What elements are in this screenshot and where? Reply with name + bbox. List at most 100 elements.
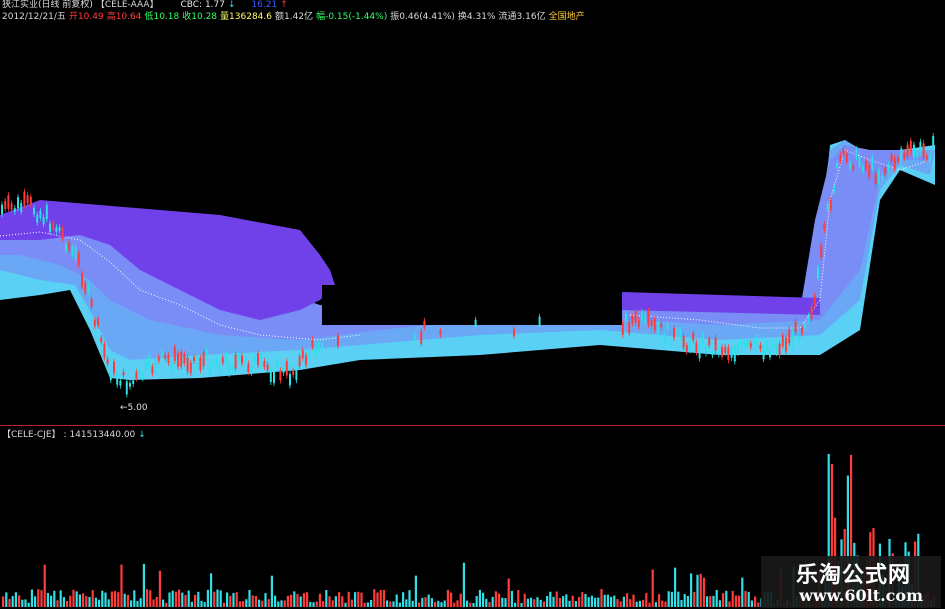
volume-bar (498, 593, 501, 607)
volume-bar (638, 600, 641, 607)
candle-body (689, 338, 691, 351)
amount-label: 额 (275, 12, 285, 22)
candle-body (266, 364, 269, 371)
volume-bar (162, 599, 165, 607)
volume-bar (2, 596, 5, 607)
volume-bar (104, 592, 107, 607)
volume-bar (648, 602, 651, 607)
volume-bar (718, 600, 721, 607)
volume-bar (325, 589, 328, 607)
volume-bar (651, 569, 654, 607)
volume-bar (542, 601, 545, 607)
volume-bar (658, 594, 661, 607)
volume-bar (283, 600, 286, 607)
volume-bar (712, 595, 715, 607)
volume-bar (197, 591, 200, 607)
candle-body (129, 383, 131, 387)
volume-bar (53, 590, 56, 607)
volume-bar (485, 598, 488, 607)
candle-body (877, 169, 880, 185)
candle-body (893, 157, 896, 170)
volume-bar (610, 596, 613, 607)
volume-bar (581, 592, 584, 607)
volume-bar (91, 590, 94, 607)
volume-bar (616, 599, 619, 607)
candle-body (852, 165, 855, 170)
candle-body (861, 166, 864, 172)
amplitude-label: 振 (390, 12, 400, 22)
volume-bar (494, 591, 497, 607)
candle-body (890, 154, 893, 161)
volume-bar (338, 592, 341, 607)
volume-bar (62, 597, 65, 607)
candle-body (154, 361, 157, 373)
candle-body (695, 342, 698, 353)
volume-bar (82, 593, 85, 607)
volume-bar (626, 593, 629, 607)
volume-bar (546, 595, 549, 607)
volume-bar (645, 593, 648, 607)
high-value: 10.64 (115, 12, 142, 22)
volume-bar (114, 591, 117, 607)
sector: 全国地产 (548, 12, 585, 22)
candle-body (61, 227, 64, 240)
cbc-arrow: ↓ (228, 0, 236, 10)
volume-bar (341, 596, 344, 607)
candle-body (653, 318, 656, 331)
volume-bar (69, 595, 72, 607)
candle-body (36, 214, 39, 223)
volume-bar (725, 590, 728, 607)
volume-bar (5, 592, 8, 607)
float-label: 流通 (498, 12, 517, 22)
candle-body (1, 204, 3, 215)
volume-label: 量 (220, 12, 230, 22)
volume-bar (539, 599, 542, 607)
candle-body (906, 144, 909, 157)
volume-bar (200, 600, 203, 607)
candle-body (97, 318, 99, 326)
volume-bar (299, 596, 302, 607)
candle-body (849, 163, 851, 169)
volume-bar (757, 602, 760, 607)
cbc-arrow2: ↑ (280, 0, 288, 10)
candle-body (900, 148, 903, 162)
volume-bar (158, 570, 161, 607)
volume-bar (139, 598, 142, 607)
candle-body (778, 343, 781, 356)
candle-body (513, 329, 515, 337)
volume-bar (187, 590, 190, 607)
volume-bar (373, 589, 376, 607)
candle-body (7, 195, 10, 209)
volume-bar (603, 594, 606, 607)
candle-body (685, 345, 688, 352)
candle-body (257, 352, 259, 365)
candle-body (820, 244, 823, 258)
candle-body (100, 337, 103, 342)
change-value: -0.15(-1.44%) (325, 12, 388, 22)
volume-bar (360, 592, 363, 607)
candle-body (193, 357, 195, 361)
candle-body (657, 321, 659, 335)
candle-body (93, 319, 96, 327)
candle-body (55, 227, 58, 232)
volume-bar (30, 589, 33, 607)
volume-bar (478, 589, 481, 607)
volume-bar (382, 589, 385, 607)
candle-body (244, 359, 247, 363)
candle-body (314, 342, 317, 357)
candle-body (647, 310, 650, 326)
volume-bar (677, 591, 680, 607)
candle-body (804, 324, 807, 329)
volume-bar (110, 591, 113, 607)
candle-body (858, 155, 861, 167)
candle-body (122, 371, 125, 376)
candle-body (637, 319, 640, 327)
volume-bar (578, 597, 581, 607)
volume-bar (747, 591, 750, 607)
volume-bar (699, 573, 702, 607)
candle-body (273, 370, 275, 384)
volume-bar (277, 601, 280, 607)
candle-body (797, 335, 800, 342)
candle-body (39, 210, 42, 218)
candle-body (84, 282, 87, 294)
